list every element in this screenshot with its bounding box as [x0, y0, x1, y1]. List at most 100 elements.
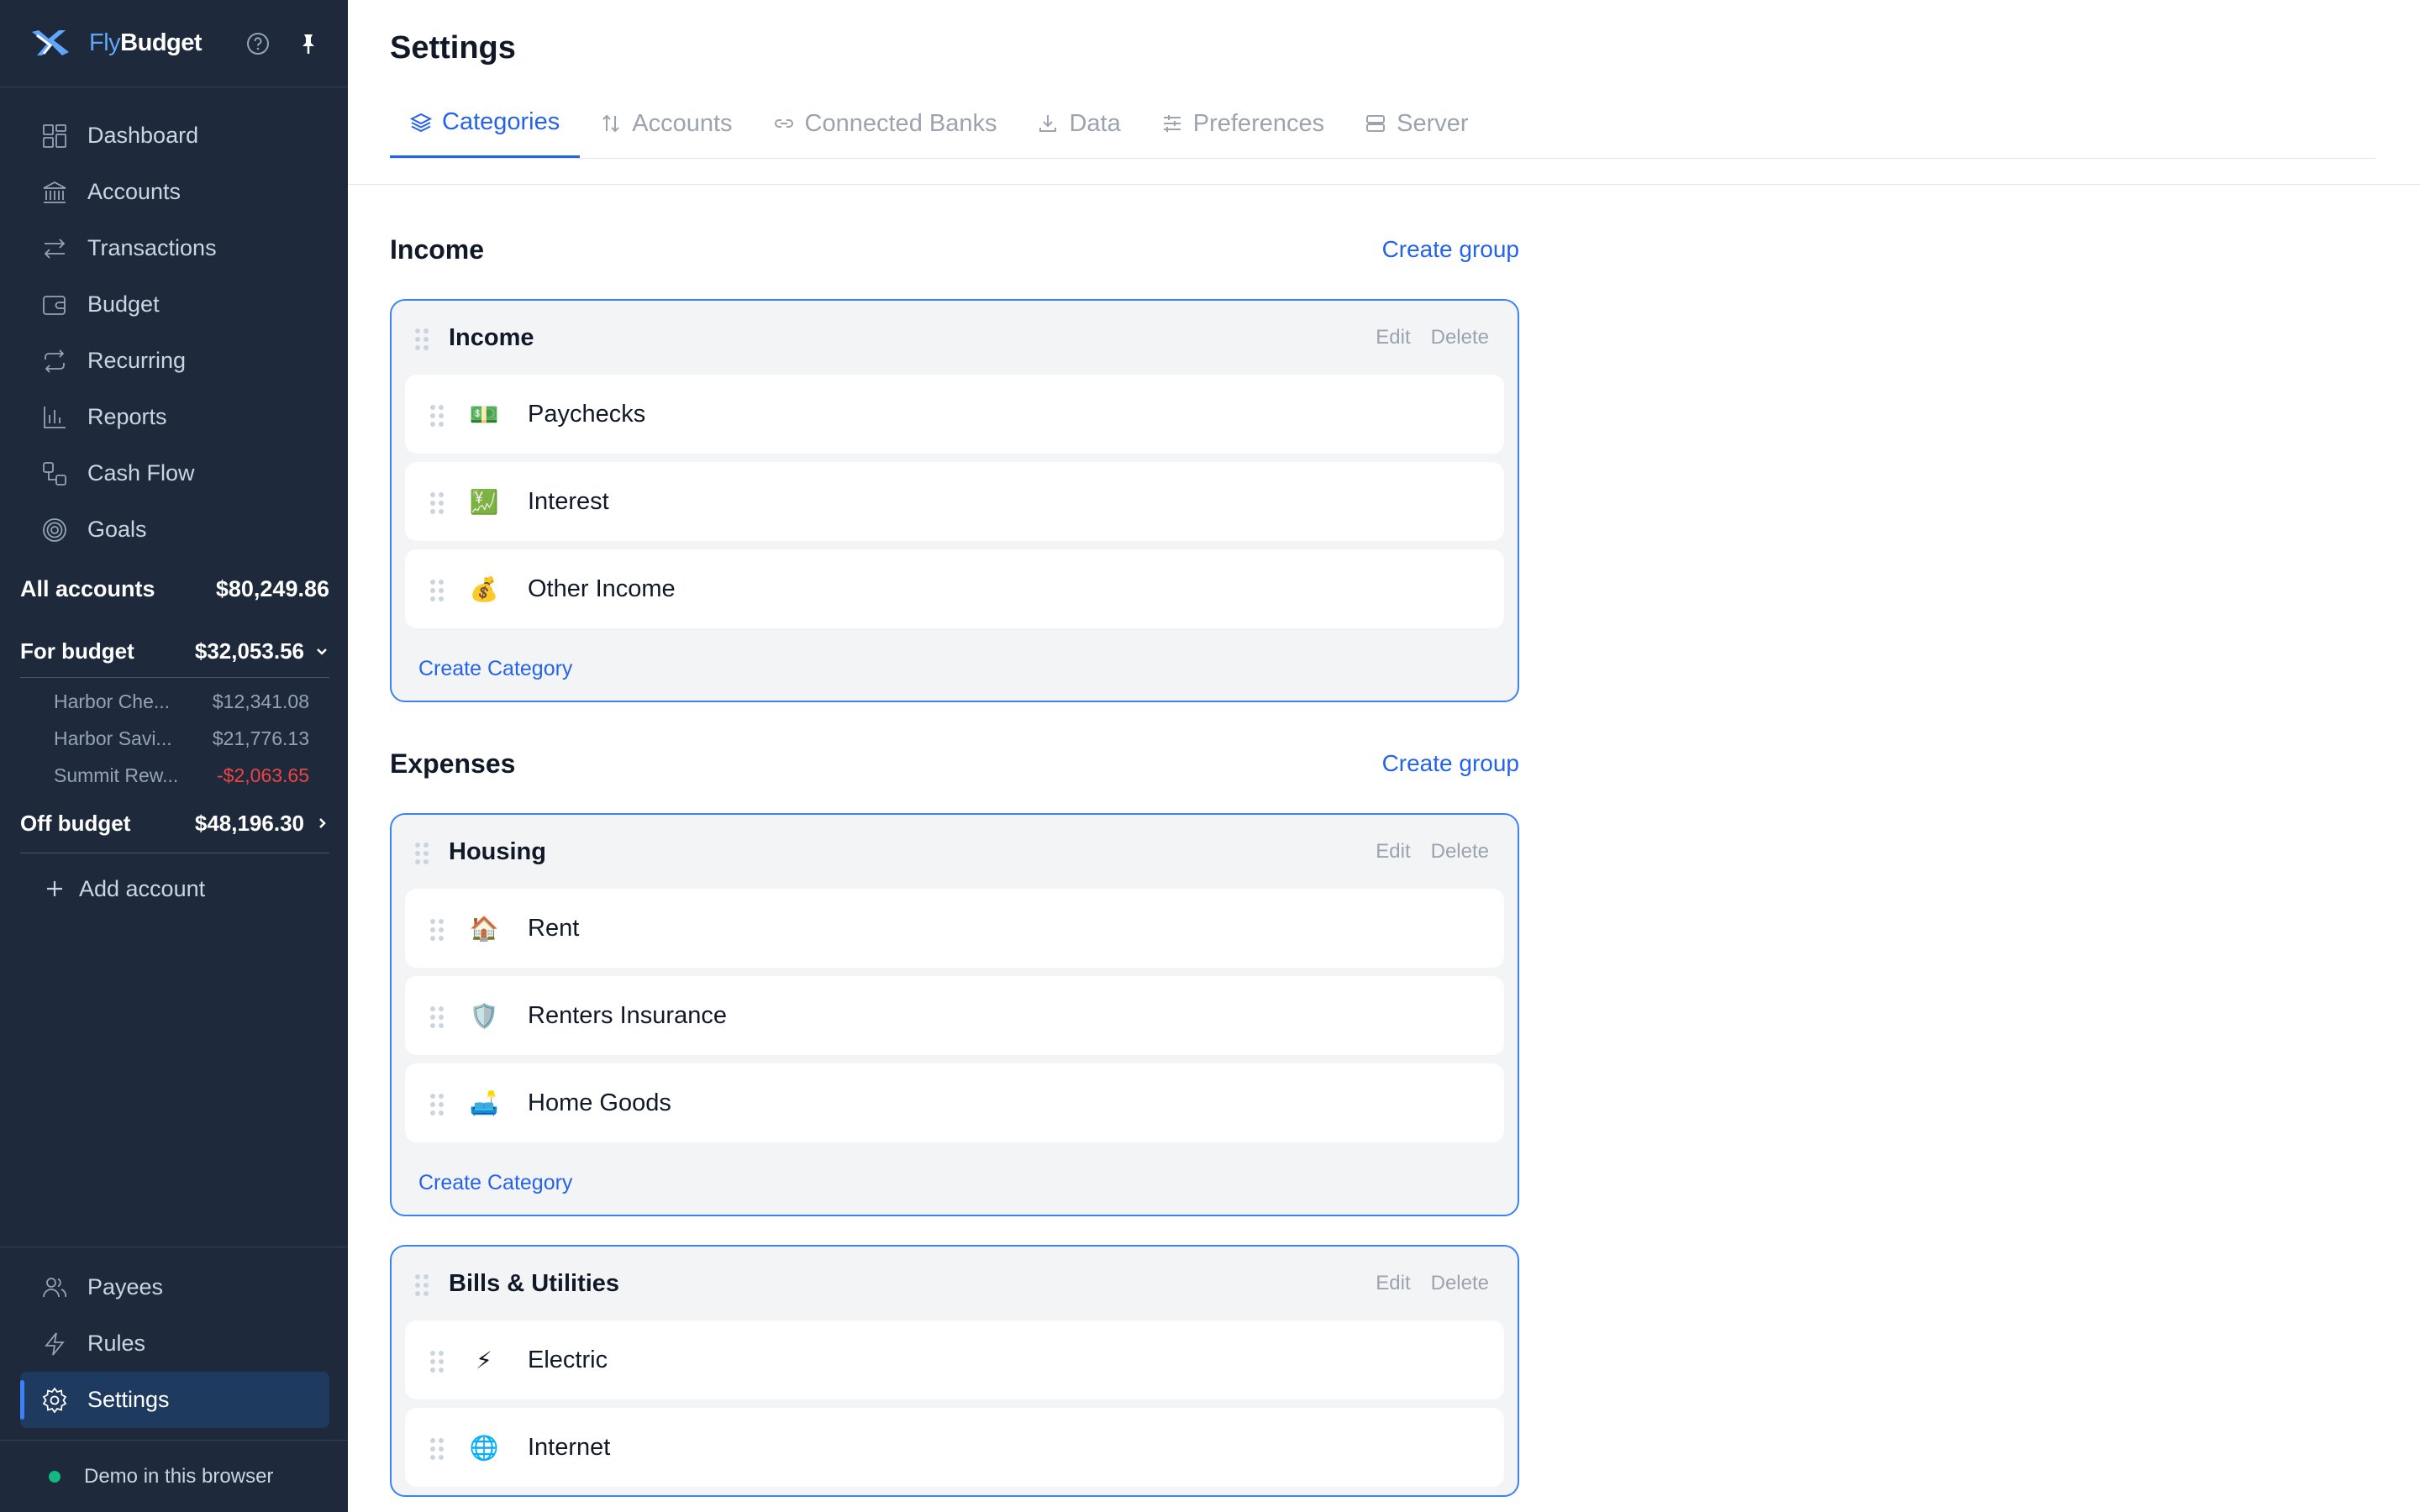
gear-icon [42, 1387, 67, 1413]
sliders-icon [1163, 115, 1181, 132]
account-item[interactable]: Harbor Che... $12,341.08 [20, 683, 329, 720]
settings-header: Settings Categories Accounts Connected B… [348, 0, 2420, 185]
status-dot [49, 1470, 60, 1483]
group-name: Bills & Utilities [449, 1269, 620, 1297]
category-name: Renters Insurance [528, 1001, 727, 1029]
nav-item-accounts[interactable]: Accounts [0, 164, 348, 220]
nav-item-settings[interactable]: Settings [20, 1372, 329, 1428]
pin-icon[interactable] [296, 31, 321, 56]
bank-icon [43, 181, 66, 203]
nav-item-transactions[interactable]: Transactions [0, 220, 348, 276]
category-item[interactable]: 💹 Interest [405, 462, 1504, 541]
chevron-right-icon [319, 818, 326, 828]
edit-group-button[interactable]: Edit [1376, 1272, 1410, 1295]
nav-item-payees[interactable]: Payees [0, 1259, 348, 1315]
drag-handle-icon[interactable] [430, 580, 444, 601]
logo-icon [32, 29, 69, 55]
section-title: Expenses [390, 748, 516, 779]
all-accounts-row[interactable]: All accounts $80,249.86 [20, 564, 329, 613]
drag-handle-icon[interactable] [430, 405, 444, 427]
add-account-button[interactable]: Add account [20, 860, 329, 917]
category-item[interactable]: 🛋️ Home Goods [405, 1063, 1504, 1142]
create-group-button[interactable]: Create group [1382, 750, 1519, 777]
drag-handle-icon[interactable] [415, 1274, 429, 1296]
chart-up-icon: 💹 [469, 488, 499, 515]
group-name: Housing [449, 837, 546, 865]
category-item[interactable]: 🏠 Rent [405, 889, 1504, 968]
nav-item-cash-flow[interactable]: Cash Flow [0, 445, 348, 501]
category-group-card: Bills & Utilities Edit Delete ⚡ Electric… [390, 1245, 1519, 1497]
money-icon: 💵 [469, 401, 499, 428]
drag-handle-icon[interactable] [415, 328, 429, 350]
account-item[interactable]: Summit Rew... -$2,063.65 [20, 757, 329, 794]
nav-item-dashboard[interactable]: Dashboard [0, 108, 348, 164]
accounts-summary: All accounts $80,249.86 For budget $32,0… [0, 564, 348, 917]
main-nav: Dashboard Accounts Transactions Budget R… [0, 87, 348, 558]
delete-group-button[interactable]: Delete [1431, 326, 1489, 349]
nav-item-budget[interactable]: Budget [0, 276, 348, 333]
category-name: Electric [528, 1346, 608, 1373]
nav-item-reports[interactable]: Reports [0, 389, 348, 445]
group-header: Housing Edit Delete [405, 815, 1504, 889]
help-icon[interactable] [245, 31, 271, 56]
couch-icon: 🛋️ [469, 1089, 499, 1116]
brand-header: FlyBudget [0, 0, 348, 87]
wallet-icon [43, 295, 66, 315]
brand-name[interactable]: FlyBudget [89, 29, 203, 57]
arrows-icon [44, 238, 66, 259]
nav-item-rules[interactable]: Rules [0, 1315, 348, 1372]
drag-handle-icon[interactable] [430, 919, 444, 941]
edit-group-button[interactable]: Edit [1376, 326, 1410, 349]
sidebar: FlyBudget Dashboard Accounts Transaction… [0, 0, 348, 1512]
nav-item-recurring[interactable]: Recurring [0, 333, 348, 389]
for-budget-row[interactable]: For budget $32,053.56 [20, 625, 329, 677]
drag-handle-icon[interactable] [430, 1351, 444, 1373]
section-title: Income [390, 234, 485, 265]
create-category-button[interactable]: Create Category [405, 637, 1504, 701]
demo-status: Demo in this browser [0, 1440, 348, 1512]
create-category-button[interactable]: Create Category [405, 1151, 1504, 1215]
edit-group-button[interactable]: Edit [1376, 840, 1410, 864]
house-icon: 🏠 [469, 915, 499, 942]
tab-accounts[interactable]: Accounts [580, 89, 752, 158]
drag-handle-icon[interactable] [430, 1438, 444, 1460]
group-header: Income Edit Delete [405, 301, 1504, 375]
lightning-icon: ⚡ [476, 1347, 492, 1373]
category-name: Internet [528, 1433, 611, 1461]
sidebar-bottom: Payees Rules Settings [0, 1247, 348, 1428]
tab-server[interactable]: Server [1344, 89, 1488, 158]
lightning-icon [45, 1331, 65, 1356]
bar-chart-icon [44, 406, 66, 428]
section-header-income: Income Create group [390, 228, 1519, 270]
budget-account-list: Harbor Che... $12,341.08 Harbor Savi... … [20, 677, 329, 797]
category-item[interactable]: 💰 Other Income [405, 549, 1504, 628]
tab-connected-banks[interactable]: Connected Banks [753, 89, 1018, 158]
category-item[interactable]: 🌐 Internet [405, 1408, 1504, 1487]
account-item[interactable]: Harbor Savi... $21,776.13 [20, 720, 329, 757]
categories-content: Income Create group Income Edit Delete 💵… [348, 185, 1519, 1497]
link-icon [774, 119, 793, 128]
tab-data[interactable]: Data [1017, 89, 1140, 158]
main-content: Settings Categories Accounts Connected B… [348, 0, 2420, 1512]
category-name: Other Income [528, 575, 676, 602]
drag-handle-icon[interactable] [430, 1094, 444, 1116]
category-item[interactable]: 🛡️ Renters Insurance [405, 976, 1504, 1055]
drag-handle-icon[interactable] [415, 843, 429, 864]
category-item[interactable]: ⚡ Electric [405, 1320, 1504, 1399]
create-group-button[interactable]: Create group [1382, 236, 1519, 263]
page-title: Settings [390, 30, 516, 66]
drag-handle-icon[interactable] [430, 1006, 444, 1028]
globe-icon: 🌐 [469, 1434, 499, 1461]
category-group-card: Income Edit Delete 💵 Paychecks 💹 Interes… [390, 299, 1519, 702]
server-icon [1366, 115, 1386, 132]
plus-icon [47, 881, 62, 896]
delete-group-button[interactable]: Delete [1431, 1272, 1489, 1295]
off-budget-row[interactable]: Off budget $48,196.30 [20, 797, 329, 849]
tab-preferences[interactable]: Preferences [1141, 89, 1344, 158]
section-header-expenses: Expenses Create group [390, 743, 1519, 785]
category-item[interactable]: 💵 Paychecks [405, 375, 1504, 454]
nav-item-goals[interactable]: Goals [0, 501, 348, 558]
drag-handle-icon[interactable] [430, 492, 444, 514]
delete-group-button[interactable]: Delete [1431, 840, 1489, 864]
tab-categories[interactable]: Categories [390, 89, 581, 158]
